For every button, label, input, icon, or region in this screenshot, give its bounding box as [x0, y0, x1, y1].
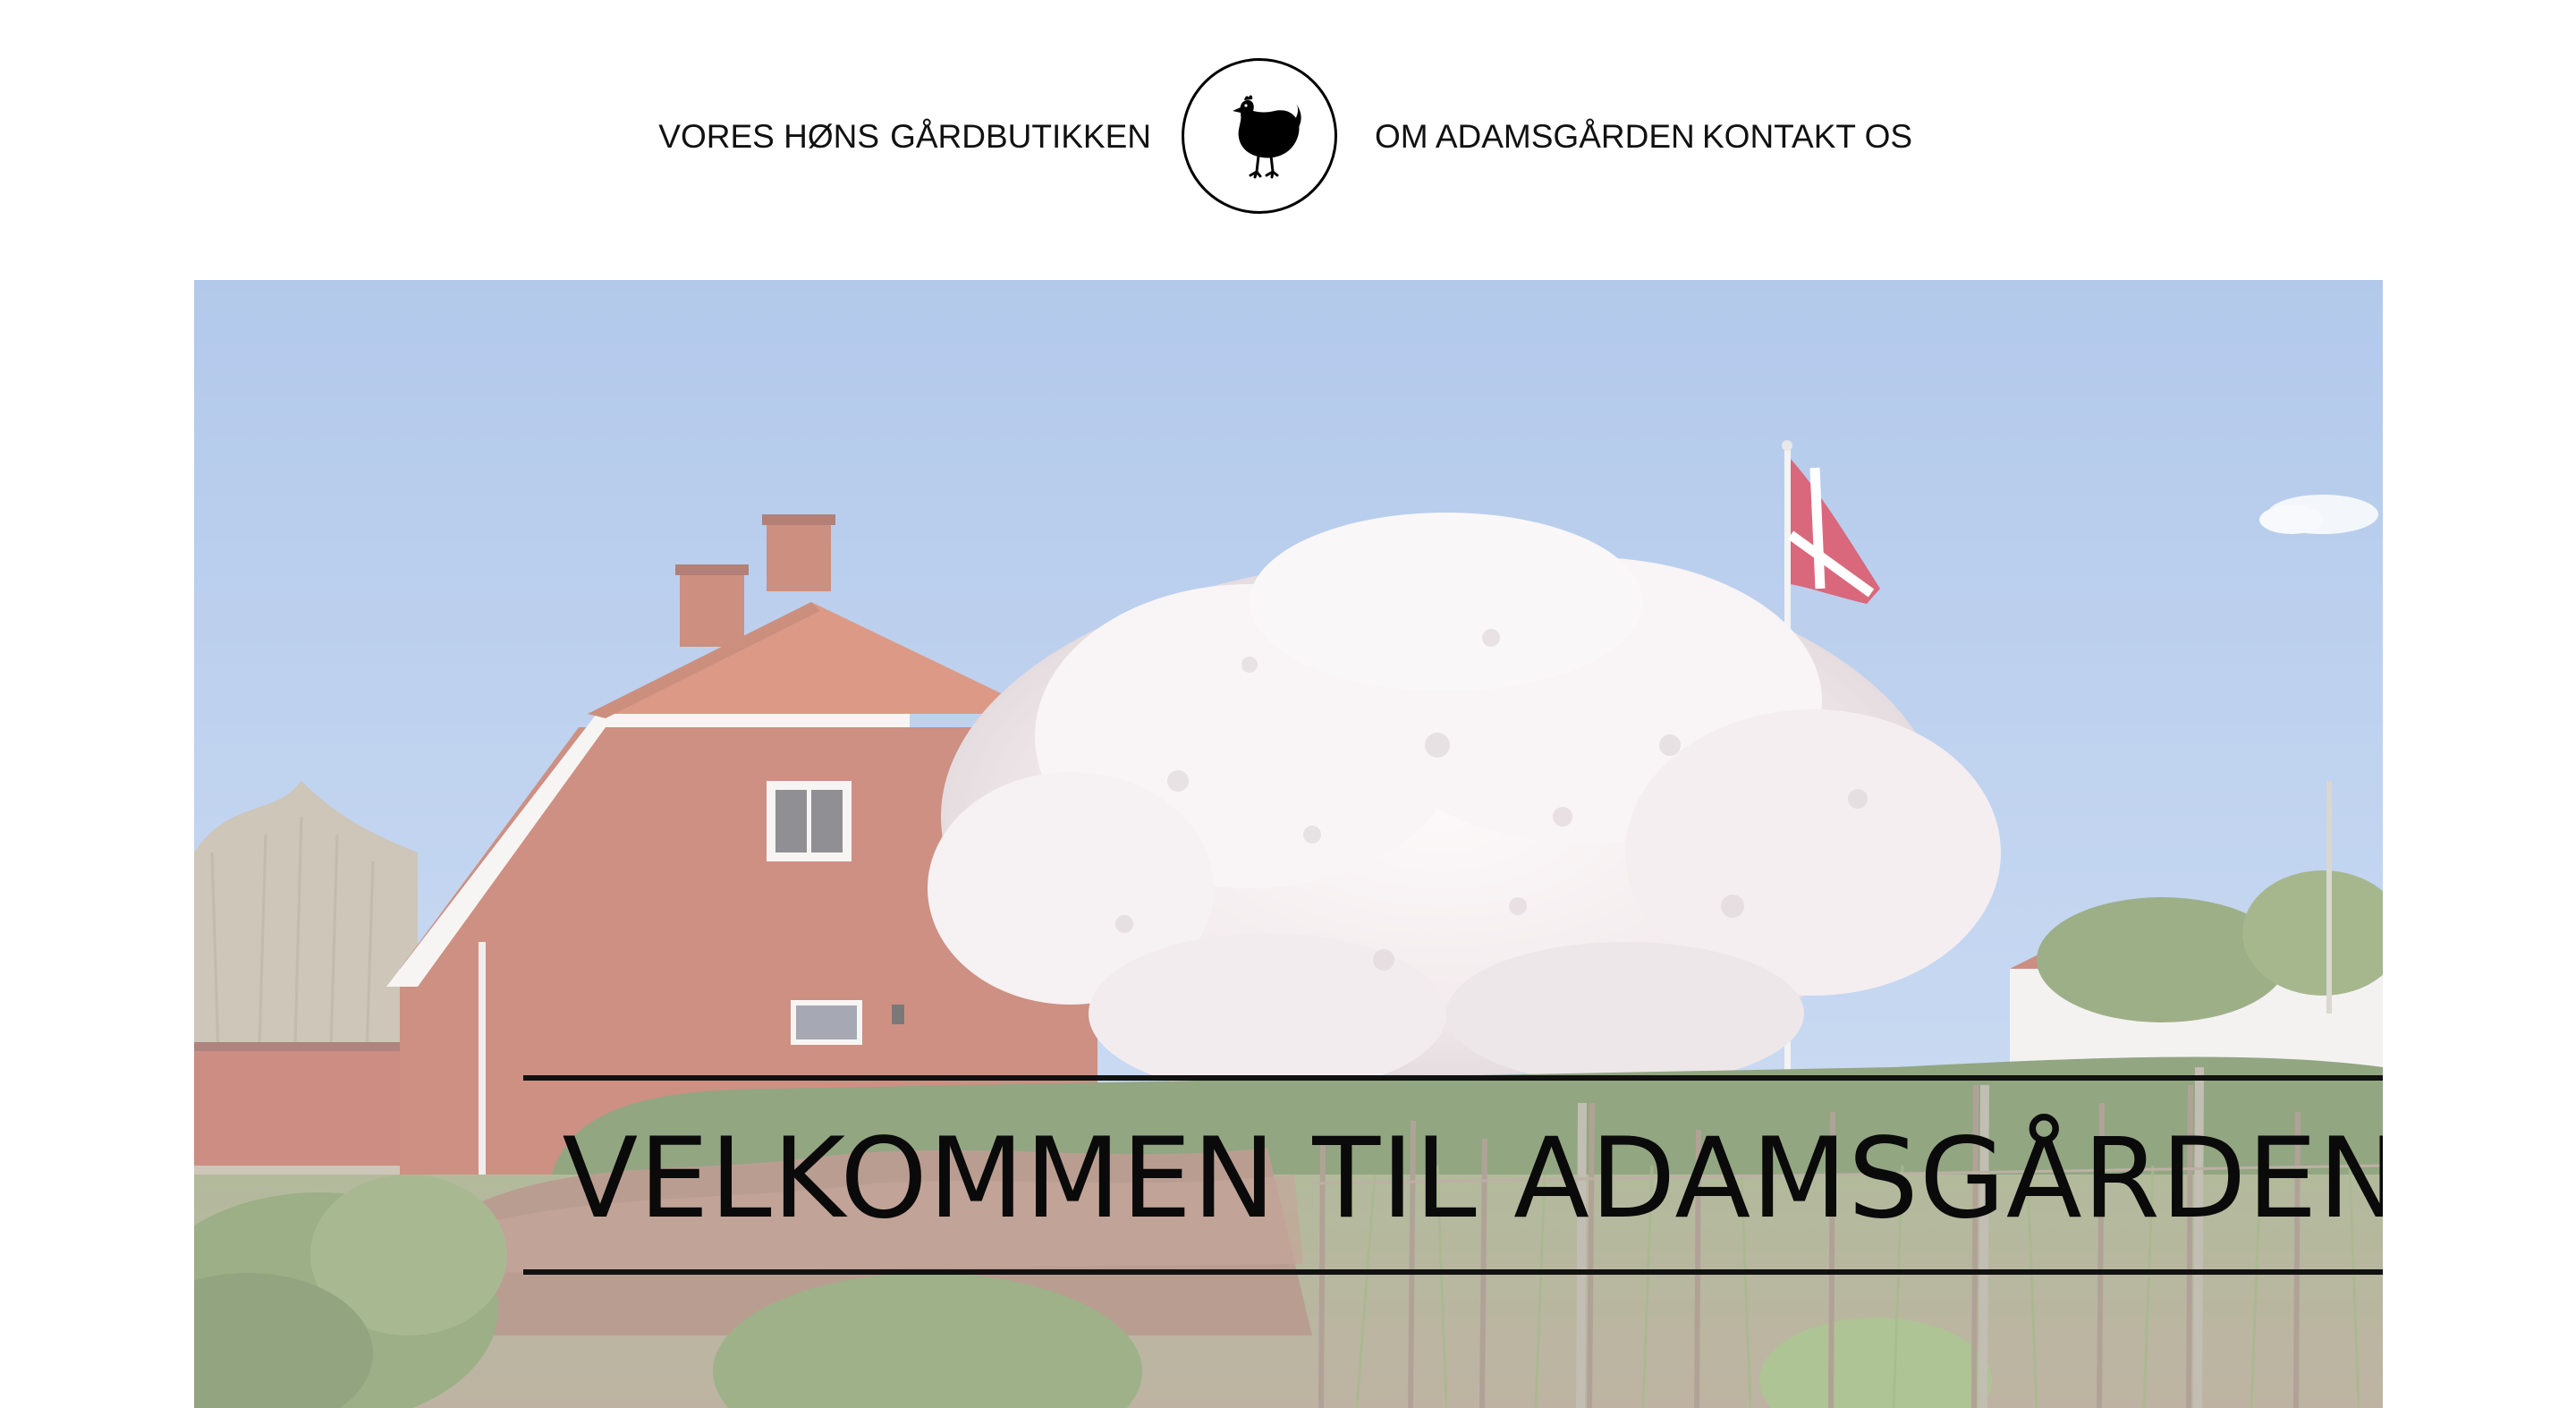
site-header: VORES HØNS GÅRDBUTIKKEN OM ADAMSGÅRDEN K… — [0, 0, 2576, 279]
nav-link-kontakt-os[interactable]: KONTAKT OS — [1702, 117, 1912, 157]
nav-link-vores-hons[interactable]: VORES HØNS — [658, 117, 879, 157]
nav-link-gardbutikken[interactable]: GÅRDBUTIKKEN — [890, 117, 1151, 157]
title-rule-bottom — [523, 1269, 2383, 1275]
hero-title: VELKOMMEN TIL ADAMSGÅRDEN — [562, 1115, 2383, 1243]
nav-link-om-adamsgarden[interactable]: OM ADAMSGÅRDEN — [1375, 117, 1695, 157]
title-rule-top — [523, 1075, 2383, 1081]
page: VORES HØNS GÅRDBUTIKKEN OM ADAMSGÅRDEN K… — [0, 0, 2576, 1408]
hero-banner: VELKOMMEN TIL ADAMSGÅRDEN — [194, 280, 2383, 1408]
home-logo[interactable] — [1182, 58, 1337, 214]
chicken-icon — [1233, 95, 1301, 179]
